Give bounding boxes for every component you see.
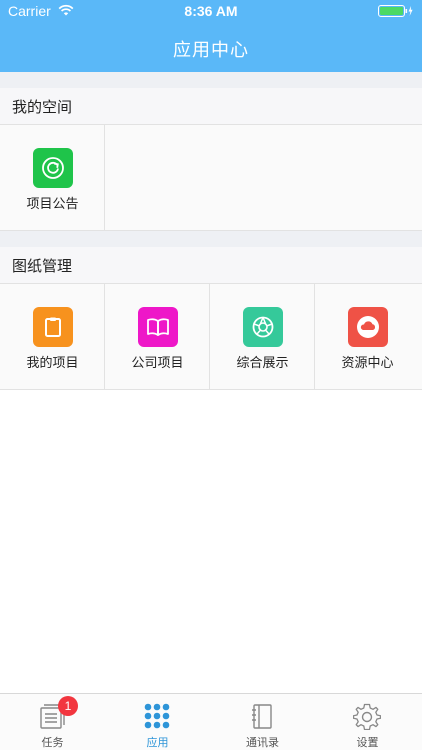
aperture-icon xyxy=(252,316,274,338)
app-item-my-projects[interactable]: 我的项目 xyxy=(0,284,105,389)
gear-icon xyxy=(353,703,381,730)
app-tile xyxy=(138,307,178,347)
address-book-icon xyxy=(252,704,272,729)
tab-label: 设置 xyxy=(356,736,379,749)
status-bar: Carrier 8:36 AM xyxy=(0,0,422,22)
tab-label: 任务 xyxy=(41,736,64,749)
app-grid-my-space: 项目公告 xyxy=(0,125,422,231)
app-tile xyxy=(33,148,73,188)
app-item-label: 我的项目 xyxy=(26,356,79,371)
app-tile xyxy=(243,307,283,347)
app-header: Carrier 8:36 AM 应用中心 xyxy=(0,0,422,72)
section-title: 我的空间 xyxy=(12,98,73,116)
tab-label: 应用 xyxy=(146,736,169,749)
app-tile xyxy=(33,307,73,347)
tab-contacts[interactable]: 通讯录 xyxy=(210,694,315,750)
grid-dots-icon xyxy=(144,703,170,729)
clock: 8:36 AM xyxy=(184,3,238,19)
section-title: 图纸管理 xyxy=(12,257,73,275)
clipboard-icon xyxy=(45,317,61,337)
app-item-label: 资源中心 xyxy=(341,356,394,371)
refresh-circle-icon xyxy=(42,157,64,179)
battery-icon xyxy=(378,5,413,17)
app-item-label: 综合展示 xyxy=(236,356,289,371)
section-spacer xyxy=(0,72,422,88)
app-grid-drawing-management: 我的项目 公司项目 综合展示 资源中心 xyxy=(0,284,422,390)
tab-label: 通讯录 xyxy=(246,736,279,749)
app-item-label: 公司项目 xyxy=(131,356,184,371)
open-book-icon xyxy=(147,318,169,336)
tab-bar: 1 任务 应用 通讯录 设置 xyxy=(0,693,422,750)
section-header-my-space: 我的空间 xyxy=(0,88,422,125)
section-header-drawing-management: 图纸管理 xyxy=(0,247,422,284)
page-title: 应用中心 xyxy=(173,40,249,61)
tab-tasks[interactable]: 1 任务 xyxy=(0,694,105,750)
app-item-project-announcement[interactable]: 项目公告 xyxy=(0,125,105,230)
app-tile xyxy=(348,307,388,347)
app-item-label: 项目公告 xyxy=(26,197,79,212)
app-item-resource-center[interactable]: 资源中心 xyxy=(315,284,422,389)
tab-apps[interactable]: 应用 xyxy=(105,694,210,750)
app-item-company-projects[interactable]: 公司项目 xyxy=(105,284,210,389)
cloud-icon xyxy=(357,316,379,338)
notification-badge: 1 xyxy=(58,696,78,716)
app-item-comprehensive-display[interactable]: 综合展示 xyxy=(210,284,315,389)
section-spacer xyxy=(0,231,422,247)
tab-settings[interactable]: 设置 xyxy=(315,694,420,750)
